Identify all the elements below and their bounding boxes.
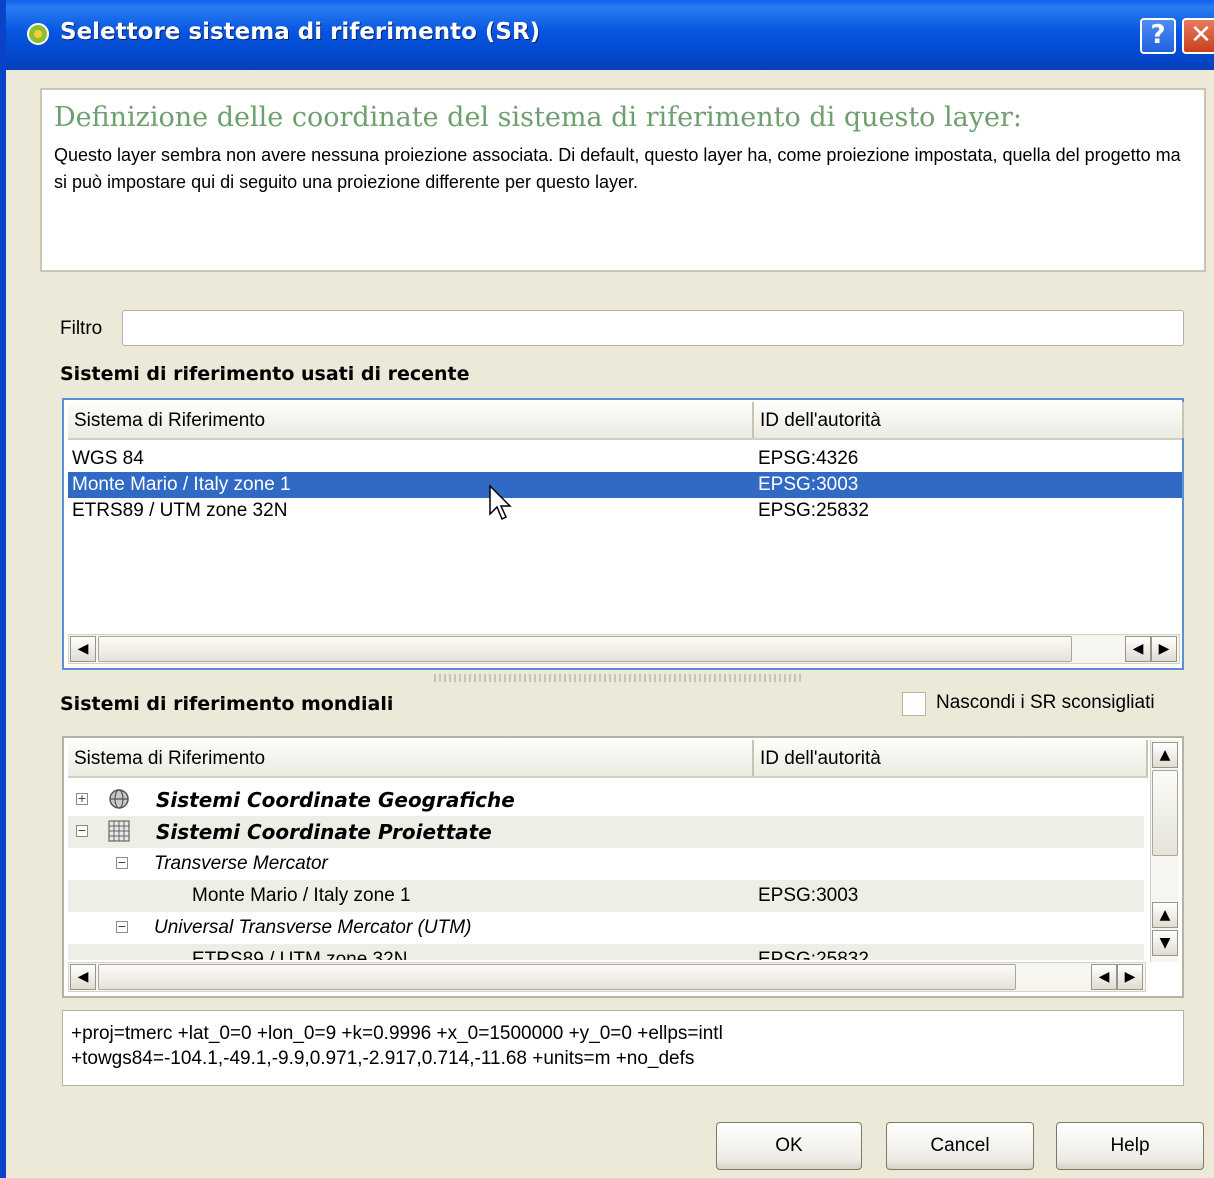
hide-deprecated-label: Nascondi i SR sconsigliati — [936, 692, 1155, 713]
tree-item-id: EPSG:25832 — [758, 949, 869, 960]
scroll-up-arrow-icon[interactable]: ▲ — [1152, 742, 1178, 768]
proj-definition-box: +proj=tmerc +lat_0=0 +lon_0=9 +k=0.9996 … — [62, 1010, 1184, 1086]
help-title-button[interactable]: ? — [1140, 18, 1176, 54]
recent-row-selected[interactable]: Monte Mario / Italy zone 1 EPSG:3003 — [68, 472, 1182, 498]
window-title: Selettore sistema di riferimento (SR) — [60, 19, 541, 45]
recent-column-authority[interactable]: ID dell'autorità — [754, 402, 1184, 438]
world-vertical-scrollbar[interactable]: ▲ ▲ ▼ — [1150, 740, 1178, 962]
panel-splitter-handle[interactable] — [434, 674, 804, 682]
info-panel: Definizione delle coordinate del sistema… — [40, 88, 1206, 272]
collapse-minus-icon[interactable]: − — [76, 825, 88, 837]
recent-row-id: EPSG:25832 — [758, 500, 869, 521]
recent-row-name: WGS 84 — [72, 448, 144, 469]
info-description: Questo layer sembra non avere nessuna pr… — [54, 145, 1181, 192]
recent-scroll-thumb[interactable] — [98, 636, 1072, 662]
scroll-left-arrow-icon[interactable]: ◀ — [1091, 964, 1117, 990]
ok-button[interactable]: OK — [716, 1122, 862, 1170]
scroll-down-arrow-icon[interactable]: ▼ — [1152, 930, 1178, 956]
recent-horizontal-scrollbar[interactable]: ◀ ◀ ▶ — [68, 634, 1180, 664]
tree-item-projected[interactable]: − Sistemi Coordinate Proiettate — [68, 816, 1144, 848]
scroll-left-arrow-icon[interactable]: ◀ — [70, 636, 96, 662]
dialog-window: Selettore sistema di riferimento (SR) ? … — [0, 0, 1214, 1178]
grid-icon — [108, 820, 130, 842]
proj-line-1: +proj=tmerc +lat_0=0 +lon_0=9 +k=0.9996 … — [71, 1023, 723, 1044]
tree-item-transverse-mercator[interactable]: − Transverse Mercator — [68, 848, 1144, 880]
recent-column-crs[interactable]: Sistema di Riferimento — [68, 402, 754, 438]
scroll-left-arrow-icon[interactable]: ◀ — [1125, 636, 1151, 662]
recent-row-name: ETRS89 / UTM zone 32N — [72, 500, 288, 521]
tree-item-label: Transverse Mercator — [154, 853, 328, 874]
recent-row[interactable]: WGS 84 EPSG:4326 — [68, 446, 1182, 472]
tree-item-label: Monte Mario / Italy zone 1 — [192, 885, 411, 906]
recent-row-name: Monte Mario / Italy zone 1 — [72, 474, 291, 495]
recent-table-header: Sistema di Riferimento ID dell'autorità — [68, 402, 1184, 440]
proj-line-2: +towgs84=-104.1,-49.1,-9.9,0.971,-2.917,… — [71, 1048, 695, 1069]
world-section-title: Sistemi di riferimento mondiali — [60, 693, 394, 715]
close-button[interactable]: ✕ — [1182, 18, 1214, 54]
tree-item-label: Sistemi Coordinate Proiettate — [156, 820, 492, 844]
cancel-button[interactable]: Cancel — [886, 1122, 1034, 1170]
globe-icon — [109, 789, 129, 809]
tree-item-label: Universal Transverse Mercator (UTM) — [154, 917, 472, 938]
recent-row-id: EPSG:4326 — [758, 448, 859, 469]
scroll-up-arrow-icon[interactable]: ▲ — [1152, 902, 1178, 928]
recent-section-title: Sistemi di riferimento usati di recente — [60, 363, 470, 385]
tree-item-label: ETRS89 / UTM zone 32N — [192, 949, 408, 960]
expand-plus-icon[interactable]: + — [76, 793, 88, 805]
collapse-minus-icon[interactable]: − — [116, 921, 128, 933]
scroll-left-arrow-icon[interactable]: ◀ — [70, 964, 96, 990]
help-button[interactable]: Help — [1056, 1122, 1204, 1170]
recent-row[interactable]: ETRS89 / UTM zone 32N EPSG:25832 — [68, 498, 1182, 524]
filter-label: Filtro — [60, 318, 103, 339]
recent-row-id: EPSG:3003 — [758, 474, 859, 495]
scroll-right-arrow-icon[interactable]: ▶ — [1151, 636, 1177, 662]
tree-item-id: EPSG:3003 — [758, 885, 859, 906]
qgis-logo-icon — [27, 23, 49, 45]
tree-item-label: Sistemi Coordinate Geografiche — [156, 788, 515, 812]
tree-item-geographic[interactable]: + Sistemi Coordinate Geografiche — [68, 784, 1144, 816]
info-heading: Definizione delle coordinate del sistema… — [54, 102, 1022, 133]
tree-item-etrs89[interactable]: ETRS89 / UTM zone 32N EPSG:25832 — [68, 944, 1144, 960]
title-bar[interactable]: Selettore sistema di riferimento (SR) ? … — [6, 0, 1214, 70]
world-crs-tree[interactable]: Sistema di Riferimento ID dell'autorità … — [62, 736, 1184, 998]
mouse-cursor-icon — [489, 484, 512, 521]
scroll-right-arrow-icon[interactable]: ▶ — [1117, 964, 1143, 990]
collapse-minus-icon[interactable]: − — [116, 857, 128, 869]
tree-item-monte-mario[interactable]: Monte Mario / Italy zone 1 EPSG:3003 — [68, 880, 1144, 912]
tree-item-utm[interactable]: − Universal Transverse Mercator (UTM) — [68, 912, 1144, 944]
world-vscroll-thumb[interactable] — [1152, 770, 1178, 856]
world-column-crs[interactable]: Sistema di Riferimento — [68, 740, 754, 776]
world-column-authority[interactable]: ID dell'autorità — [754, 740, 1148, 776]
world-table-header: Sistema di Riferimento ID dell'autorità — [68, 740, 1148, 778]
filter-input[interactable] — [122, 310, 1184, 346]
hide-deprecated-checkbox[interactable] — [902, 692, 926, 716]
world-scroll-thumb[interactable] — [98, 964, 1016, 990]
world-horizontal-scrollbar[interactable]: ◀ ◀ ▶ — [68, 962, 1146, 992]
recent-crs-table[interactable]: Sistema di Riferimento ID dell'autorità … — [62, 398, 1184, 670]
